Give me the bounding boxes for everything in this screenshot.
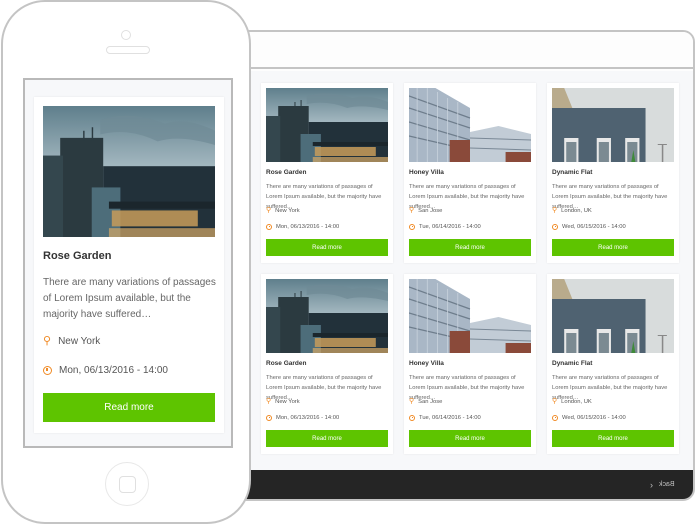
event-card: Dynamic Flat There are many variations of… bbox=[547, 83, 679, 263]
map-pin-icon: ⚲ bbox=[409, 398, 415, 405]
event-card: Dynamic Flat There are many variations of… bbox=[547, 274, 679, 454]
card-location: ⚲ London, UK bbox=[552, 207, 592, 214]
home-button[interactable] bbox=[105, 462, 149, 506]
clock-icon bbox=[266, 224, 272, 230]
card-image[interactable] bbox=[266, 88, 388, 162]
card-title[interactable]: Honey Villa bbox=[409, 169, 444, 176]
card-image[interactable] bbox=[552, 279, 674, 353]
card-title[interactable]: Rose Garden bbox=[266, 360, 306, 367]
map-pin-icon: ⚲ bbox=[43, 335, 52, 347]
location-text: San Jose bbox=[418, 398, 443, 405]
map-pin-icon: ⚲ bbox=[552, 398, 558, 405]
event-card: Honey Villa There are many variations of … bbox=[404, 274, 536, 454]
event-card: Rose Garden There are many variations of … bbox=[261, 274, 393, 454]
card-title[interactable]: Honey Villa bbox=[409, 360, 444, 367]
card-location: ⚲ New York bbox=[43, 335, 101, 348]
chevron-left-icon: ‹ bbox=[650, 479, 654, 490]
location-text: New York bbox=[275, 207, 300, 214]
card-date: Wed, 06/15/2016 - 14:00 bbox=[552, 415, 626, 421]
back-link[interactable]: Back ‹ bbox=[650, 480, 675, 490]
clock-icon bbox=[409, 224, 415, 230]
date-text: Mon, 06/13/2016 - 14:00 bbox=[59, 365, 168, 376]
read-more-button[interactable]: Read more bbox=[409, 239, 531, 256]
clock-icon bbox=[552, 415, 558, 421]
card-image[interactable] bbox=[409, 88, 531, 162]
desktop-top-bar bbox=[242, 32, 693, 69]
event-card: Rose Garden There are many variations of … bbox=[261, 83, 393, 263]
phone-frame: Rose Garden There are many variations of… bbox=[1, 0, 251, 524]
card-title[interactable]: Dynamic Flat bbox=[552, 360, 592, 367]
card-title[interactable]: Rose Garden bbox=[266, 169, 306, 176]
map-pin-icon: ⚲ bbox=[266, 398, 272, 405]
card-location: ⚲ New York bbox=[266, 207, 300, 214]
read-more-button[interactable]: Read more bbox=[266, 430, 388, 447]
card-title[interactable]: Dynamic Flat bbox=[552, 169, 592, 176]
card-image[interactable] bbox=[266, 279, 388, 353]
card-date: Mon, 06/13/2016 - 14:00 bbox=[266, 224, 339, 230]
map-pin-icon: ⚲ bbox=[552, 207, 558, 214]
clock-icon bbox=[552, 224, 558, 230]
read-more-button[interactable]: Read more bbox=[552, 239, 674, 256]
read-more-button[interactable]: Read more bbox=[409, 430, 531, 447]
read-more-button[interactable]: Read more bbox=[43, 393, 215, 422]
location-text: New York bbox=[275, 398, 300, 405]
card-description: There are many variations of passages of… bbox=[43, 277, 216, 320]
date-text: Wed, 06/15/2016 - 14:00 bbox=[562, 415, 626, 421]
map-pin-icon: ⚲ bbox=[266, 207, 272, 214]
map-pin-icon: ⚲ bbox=[409, 207, 415, 214]
read-more-button[interactable]: Read more bbox=[552, 430, 674, 447]
card-date: Mon, 06/13/2016 - 14:00 bbox=[266, 415, 339, 421]
card-date: Mon, 06/13/2016 - 14:00 bbox=[43, 365, 168, 376]
desktop-footer: Back ‹ bbox=[242, 470, 693, 499]
date-text: Wed, 06/15/2016 - 14:00 bbox=[562, 224, 626, 230]
event-card: Honey Villa There are many variations of … bbox=[404, 83, 536, 263]
location-text: London, UK bbox=[561, 207, 592, 214]
clock-icon bbox=[266, 415, 272, 421]
read-more-button[interactable]: Read more bbox=[266, 239, 388, 256]
card-location: ⚲ London, UK bbox=[552, 398, 592, 405]
clock-icon bbox=[43, 366, 52, 375]
card-image[interactable] bbox=[409, 279, 531, 353]
card-location: ⚲ New York bbox=[266, 398, 300, 405]
clock-icon bbox=[409, 415, 415, 421]
date-text: Mon, 06/13/2016 - 14:00 bbox=[276, 224, 340, 230]
phone-screen: Rose Garden There are many variations of… bbox=[23, 78, 233, 448]
desktop-frame: Rose Garden There are many variations of … bbox=[240, 30, 695, 501]
back-label: Back bbox=[659, 481, 675, 488]
location-text: San Jose bbox=[418, 207, 443, 214]
card-image[interactable] bbox=[552, 88, 674, 162]
desktop-content: Rose Garden There are many variations of … bbox=[242, 71, 693, 470]
card-date: Wed, 06/15/2016 - 14:00 bbox=[552, 224, 626, 230]
phone-card: Rose Garden There are many variations of… bbox=[34, 97, 224, 433]
card-date: Tue, 06/14/2016 - 14:00 bbox=[409, 224, 481, 230]
phone-camera-icon bbox=[121, 30, 131, 40]
card-location: ⚲ San Jose bbox=[409, 398, 442, 405]
card-image[interactable] bbox=[43, 106, 215, 237]
card-location: ⚲ San Jose bbox=[409, 207, 442, 214]
location-text: New York bbox=[58, 336, 101, 347]
date-text: Tue, 06/14/2016 - 14:00 bbox=[419, 224, 481, 230]
location-text: London, UK bbox=[561, 398, 592, 405]
card-date: Tue, 06/14/2016 - 14:00 bbox=[409, 415, 481, 421]
phone-speaker-icon bbox=[106, 46, 150, 54]
card-title[interactable]: Rose Garden bbox=[43, 250, 111, 262]
date-text: Tue, 06/14/2016 - 14:00 bbox=[419, 415, 481, 421]
date-text: Mon, 06/13/2016 - 14:00 bbox=[276, 415, 340, 421]
